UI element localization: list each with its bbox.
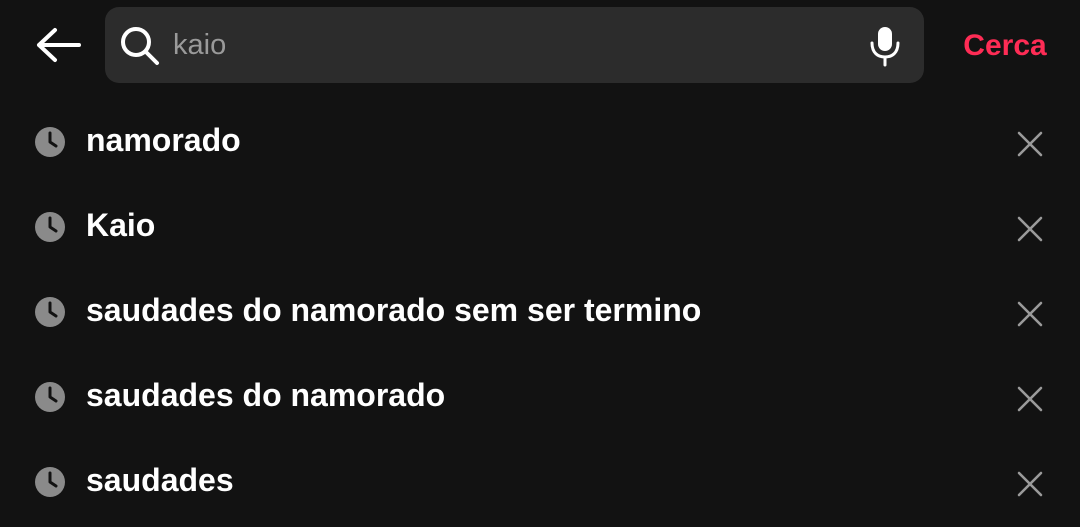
microphone-icon[interactable]: [865, 25, 905, 67]
close-icon: [1017, 216, 1043, 242]
search-submit-button[interactable]: Cerca: [950, 24, 1060, 68]
search-bar[interactable]: [105, 7, 924, 83]
history-item[interactable]: namorado: [0, 102, 1080, 187]
history-item-label: saudades do namorado sem ser termino: [86, 292, 702, 328]
clock-icon: [35, 212, 65, 242]
remove-history-button[interactable]: [1010, 209, 1050, 249]
remove-history-button[interactable]: [1010, 464, 1050, 504]
remove-history-button[interactable]: [1010, 124, 1050, 164]
history-item-label: saudades do namorado: [86, 377, 446, 413]
close-icon: [1017, 301, 1043, 327]
history-item-label: namorado: [86, 122, 241, 158]
history-item[interactable]: saudades do namorado: [0, 357, 1080, 442]
close-icon: [1017, 131, 1043, 157]
history-item[interactable]: Kaio: [0, 187, 1080, 272]
search-history-list: namorado Kaio saudades do namorado sem s…: [0, 102, 1080, 527]
arrow-left-icon: [37, 28, 81, 62]
history-item-label: Kaio: [86, 207, 156, 243]
history-item-label: saudades: [86, 462, 234, 498]
clock-icon: [35, 467, 65, 497]
search-icon: [121, 27, 159, 65]
history-item[interactable]: saudades: [0, 442, 1080, 527]
remove-history-button[interactable]: [1010, 379, 1050, 419]
clock-icon: [35, 382, 65, 412]
back-button[interactable]: [30, 22, 86, 68]
search-input[interactable]: [173, 17, 853, 73]
clock-icon: [35, 297, 65, 327]
remove-history-button[interactable]: [1010, 294, 1050, 334]
search-header: Cerca: [0, 0, 1080, 92]
close-icon: [1017, 471, 1043, 497]
clock-icon: [35, 127, 65, 157]
close-icon: [1017, 386, 1043, 412]
history-item[interactable]: saudades do namorado sem ser termino: [0, 272, 1080, 357]
